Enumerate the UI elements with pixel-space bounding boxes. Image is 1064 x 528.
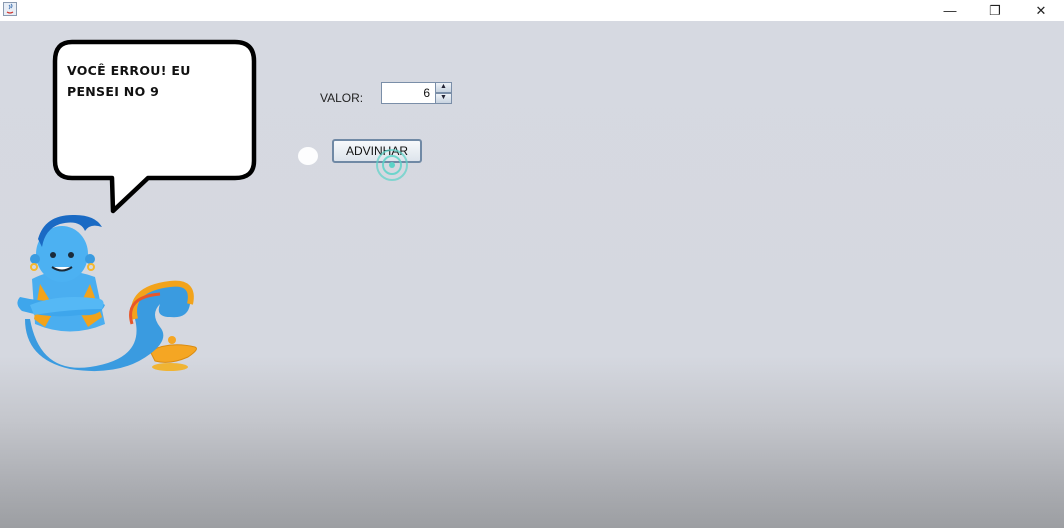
- valor-label: VALOR:: [320, 91, 364, 105]
- click-ripple-icon: [376, 149, 408, 181]
- bubble-line-1: VOCÊ ERROU! EU: [67, 63, 191, 78]
- restore-icon: ❐: [989, 2, 1001, 18]
- bubble-message: VOCÊ ERROU! EU PENSEI NO 9: [67, 60, 247, 102]
- minimize-icon: —: [943, 3, 957, 18]
- close-icon: ✕: [1035, 2, 1047, 18]
- valor-spinner[interactable]: 6 ▲ ▼: [381, 82, 452, 104]
- minimize-button[interactable]: —: [927, 0, 973, 21]
- chevron-up-icon: ▲: [440, 83, 447, 90]
- bubble-line-2: PENSEI NO 9: [67, 84, 160, 99]
- restore-button[interactable]: ❐: [972, 0, 1018, 21]
- java-app-icon: [3, 2, 17, 16]
- genie-icon: [17, 214, 197, 372]
- spin-down-button[interactable]: ▼: [435, 93, 452, 104]
- title-bar: — ❐ ✕: [0, 0, 1064, 21]
- speech-bubble: [52, 39, 257, 214]
- valor-spinner-field[interactable]: 6: [381, 82, 436, 104]
- main-panel: VOCÊ ERROU! EU PENSEI NO 9 VALOR: 6 ▲ ▼ …: [0, 21, 1064, 528]
- mouse-cursor-indicator: [298, 147, 318, 165]
- close-button[interactable]: ✕: [1018, 0, 1064, 21]
- valor-spinner-value: 6: [423, 86, 430, 100]
- spin-up-button[interactable]: ▲: [435, 82, 452, 93]
- chevron-down-icon: ▼: [440, 94, 447, 101]
